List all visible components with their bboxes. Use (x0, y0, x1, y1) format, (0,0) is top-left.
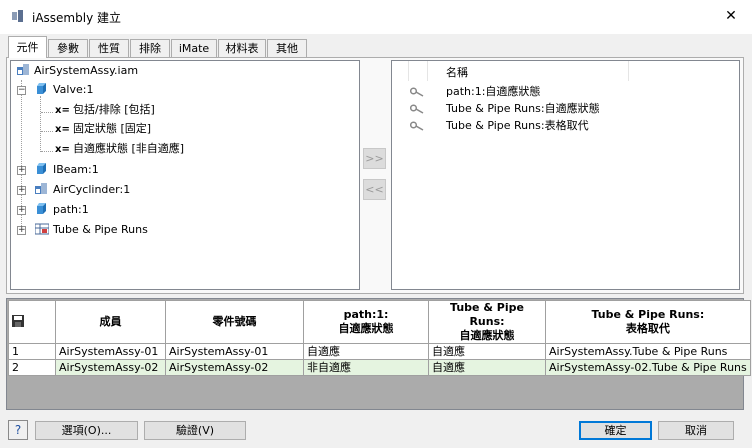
tree-line (41, 112, 53, 113)
row-index[interactable]: 1 (8, 343, 56, 360)
window-title: iAssembly 建立 (32, 11, 121, 25)
part-cube-icon (37, 163, 46, 174)
tab-other[interactable]: 其他 (267, 39, 307, 57)
close-icon[interactable]: ✕ (720, 6, 742, 26)
tab-components[interactable]: 元件 (8, 36, 47, 58)
key-icon (410, 104, 424, 114)
help-icon[interactable]: ? (8, 420, 28, 440)
table-row[interactable]: 1 AirSystemAssy-01 AirSystemAssy-01 自適應 … (8, 343, 751, 360)
cell-tpr-adaptive[interactable]: 自適應 (428, 343, 546, 360)
tree-line (41, 151, 53, 152)
save-icon (12, 315, 24, 327)
tab-imate[interactable]: iMate (171, 39, 217, 57)
verify-button[interactable]: 驗證(V) (144, 421, 246, 440)
column-header-tpr-adaptive[interactable]: Tube & Pipe Runs: 自適應狀態 (428, 300, 546, 344)
list-item[interactable]: Tube & Pipe Runs:自適應狀態 (446, 100, 600, 117)
tree-item-path[interactable]: path:1 (53, 201, 89, 219)
table-corner-cell[interactable] (8, 300, 56, 344)
column-header-member[interactable]: 成員 (55, 300, 166, 344)
tree-item-grounded-status[interactable]: 固定狀態 [固定] (73, 120, 151, 138)
cell-member[interactable]: AirSystemAssy-01 (55, 343, 166, 360)
list-item[interactable]: path:1:自適應狀態 (446, 83, 540, 100)
options-button[interactable]: 選項(O)... (35, 421, 138, 440)
tab-suppression[interactable]: 排除 (130, 39, 170, 57)
parameter-x-icon: x= (55, 124, 70, 135)
part-cube-icon (37, 83, 46, 94)
member-table[interactable]: 成員 零件號碼 path:1: 自適應狀態 Tube & Pipe Runs: … (8, 300, 751, 376)
tree-line (41, 131, 53, 132)
cell-part-number[interactable]: AirSystemAssy-01 (165, 343, 304, 360)
tree-item-aircyclinder[interactable]: AirCyclinder:1 (53, 181, 130, 199)
tree-root-label[interactable]: AirSystemAssy.iam (34, 62, 138, 80)
expand-icon[interactable]: + (17, 206, 26, 215)
cell-tpr-table-replace[interactable]: AirSystemAssy-02.Tube & Pipe Runs (545, 359, 751, 376)
tree-item-include-exclude[interactable]: 包括/排除 [包括] (73, 101, 155, 119)
collapse-icon[interactable]: − (17, 86, 26, 95)
tree-line (40, 96, 41, 152)
tree-item-valve[interactable]: Valve:1 (53, 81, 93, 99)
assembly-icon (17, 64, 29, 75)
cell-tpr-table-replace[interactable]: AirSystemAssy.Tube & Pipe Runs (545, 343, 751, 360)
cell-part-number[interactable]: AirSystemAssy-02 (165, 359, 304, 376)
table-header-row: 成員 零件號碼 path:1: 自適應狀態 Tube & Pipe Runs: … (8, 300, 751, 344)
cancel-button[interactable]: 取消 (658, 421, 734, 440)
expand-icon[interactable]: + (17, 226, 26, 235)
selected-items-list[interactable] (391, 60, 740, 290)
iassembly-app-icon (12, 10, 23, 22)
expand-icon[interactable]: + (17, 166, 26, 175)
add-button[interactable]: >> (363, 148, 386, 169)
tab-properties[interactable]: 性質 (89, 39, 129, 57)
tab-bom[interactable]: 材料表 (218, 39, 266, 57)
tube-pipe-runs-icon (35, 223, 49, 235)
cell-path-adaptive[interactable]: 非自適應 (303, 359, 429, 376)
tab-parameters[interactable]: 參數 (48, 39, 88, 57)
cell-path-adaptive[interactable]: 自適應 (303, 343, 429, 360)
parameter-x-icon: x= (55, 105, 70, 116)
column-header-tpr-table-replace[interactable]: Tube & Pipe Runs: 表格取代 (545, 300, 751, 344)
subassembly-icon (35, 183, 47, 194)
column-header-path-adaptive[interactable]: path:1: 自適應狀態 (303, 300, 429, 344)
expand-icon[interactable]: + (17, 186, 26, 195)
key-icon (410, 121, 424, 131)
tree-item-adaptive-status[interactable]: 自適應狀態 [非自適應] (73, 140, 184, 158)
tree-item-ibeam[interactable]: IBeam:1 (53, 161, 99, 179)
part-cube-icon (37, 203, 46, 214)
column-divider (408, 61, 409, 81)
column-header-part-number[interactable]: 零件號碼 (165, 300, 304, 344)
key-icon (410, 87, 424, 97)
remove-button[interactable]: << (363, 179, 386, 200)
list-header-name[interactable]: 名稱 (446, 64, 468, 80)
parameter-x-icon: x= (55, 144, 70, 155)
cell-member[interactable]: AirSystemAssy-02 (55, 359, 166, 376)
row-index[interactable]: 2 (8, 359, 56, 376)
table-row[interactable]: 2 AirSystemAssy-02 AirSystemAssy-02 非自適應… (8, 359, 751, 376)
list-item[interactable]: Tube & Pipe Runs:表格取代 (446, 117, 589, 134)
tree-item-tube-pipe-runs[interactable]: Tube & Pipe Runs (53, 221, 148, 239)
column-divider (427, 61, 428, 81)
ok-button[interactable]: 確定 (579, 421, 652, 440)
cell-tpr-adaptive[interactable]: 自適應 (428, 359, 546, 376)
column-divider (628, 61, 629, 81)
